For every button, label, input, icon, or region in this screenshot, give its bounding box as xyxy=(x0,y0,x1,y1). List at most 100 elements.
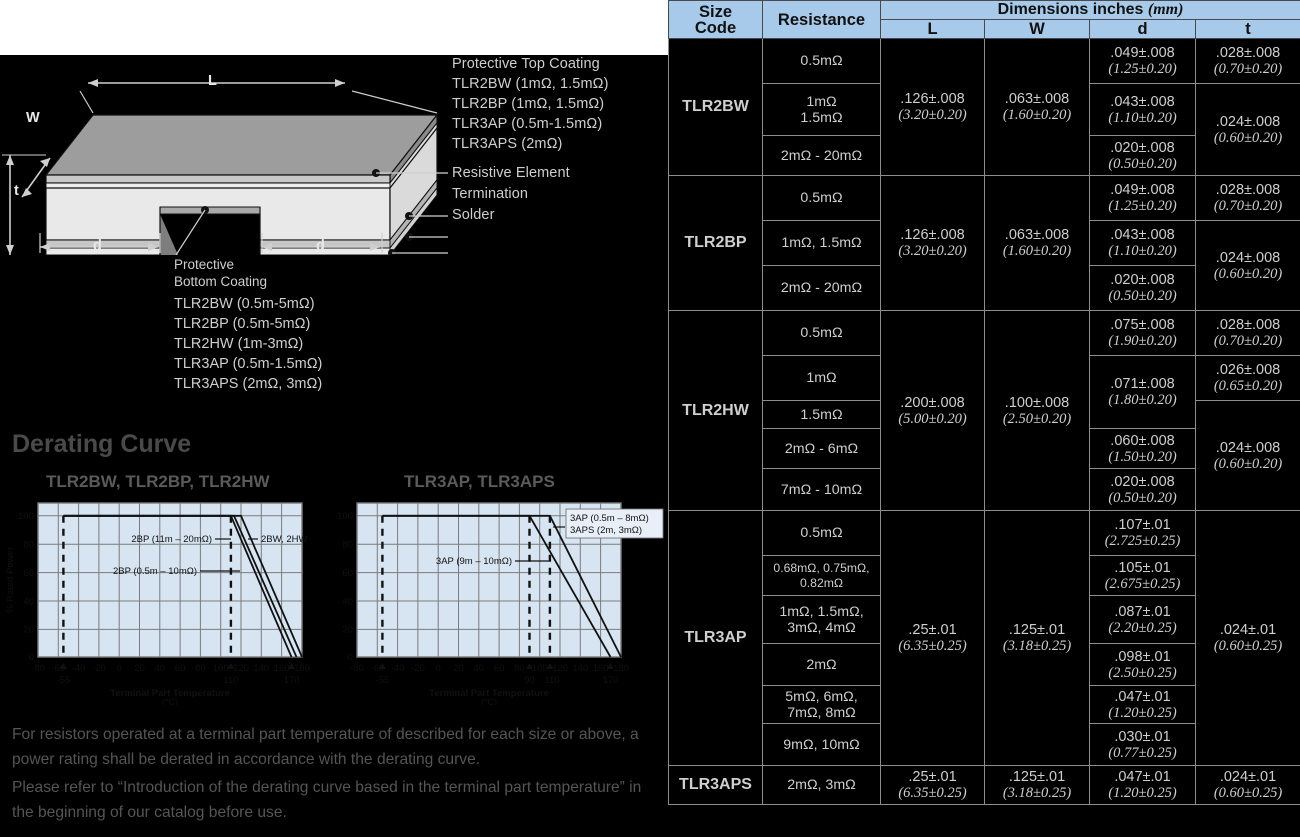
chart-2-xunit: (°C) xyxy=(481,697,497,705)
derating-chart-tlr3: 100 80 60 40 20 0 -80 -60 -40 -20 0 20 40 60 80 10… xyxy=(325,495,667,710)
header-dimensions-bold: Dimensions xyxy=(997,1,1089,18)
dimension-t-cell: .028±.008 (0.70±0.20) xyxy=(1195,310,1300,356)
resistance-cell: 2mΩ - 20mΩ xyxy=(762,135,881,176)
size-code-tlr2bp: TLR2BP xyxy=(668,175,763,311)
dimension-d-cell: .107±.01 (2.725±0.25) xyxy=(1089,510,1196,556)
dimension-t-cell: .024±.008 (0.60±0.20) xyxy=(1195,400,1300,511)
svg-text:-40: -40 xyxy=(72,663,86,674)
dimension-d-cell: .075±.008 (1.90±0.20) xyxy=(1089,310,1196,356)
callout-resistive-element: Resistive Element xyxy=(452,165,570,181)
dimension-d-cell: .087±.01 (2.20±0.25) xyxy=(1089,595,1196,644)
dimension-d-cell: .020±.008 (0.50±0.20) xyxy=(1089,468,1196,511)
dimension-l-cell: .126±.008 (3.20±0.20) xyxy=(880,38,985,176)
svg-text:80: 80 xyxy=(342,540,353,551)
header-dim-L: L xyxy=(880,19,985,39)
resistance-cell: 0.5mΩ xyxy=(762,310,881,356)
callout-termination: Termination xyxy=(452,186,529,202)
dimension-t-cell: .026±.008 (0.65±0.20) xyxy=(1195,355,1300,401)
dim-label-d-left: d xyxy=(93,238,102,254)
dim-label-t: t xyxy=(14,183,19,199)
dimension-d-cell: .020±.008 (0.50±0.20) xyxy=(1089,265,1196,311)
chart-2-legend-3ap: 3AP (0.5m – 8mΩ) xyxy=(570,513,649,524)
derating-chart-tlr2: 100 80 60 40 20 0 -80 -60 -40 -20 0 20 40 60 80 10… xyxy=(0,495,330,710)
header-dim-W: W xyxy=(984,19,1090,39)
table-header-row-1: Size Code Resistance Dimensions inches (… xyxy=(668,0,1300,39)
svg-text:180: 180 xyxy=(294,663,310,674)
header-dimensions-rest: inches xyxy=(1088,1,1148,18)
dimension-t-cell: .028±.008 (0.70±0.20) xyxy=(1195,175,1300,221)
dimension-d-cell: .049±.008 (1.25±0.20) xyxy=(1089,38,1196,84)
svg-text:0: 0 xyxy=(436,663,441,674)
dimension-d-cell: .060±.008 (1.50±0.20) xyxy=(1089,428,1196,469)
table-header: Size Code Resistance Dimensions inches (… xyxy=(668,0,1300,39)
table-row: TLR2BP 0.5mΩ .126±.008 (3.20±0.20) .063±.008… xyxy=(668,175,1300,311)
resistance-cell: 0.5mΩ xyxy=(762,38,881,84)
svg-text:100: 100 xyxy=(337,511,353,522)
dimension-d-cell: .043±.008 (1.10±0.20) xyxy=(1089,220,1196,266)
svg-text:20: 20 xyxy=(453,663,464,674)
callout-tlr2bw: TLR2BW (1mΩ, 1.5mΩ) xyxy=(452,76,609,92)
derating-chart-1-svg: 1008060 40200 -80 -60 -40 -20 0 20 40 60 80 10… xyxy=(5,502,310,707)
dimension-d-cell: .047±.01 (1.20±0.25) xyxy=(1089,765,1196,805)
svg-text:40: 40 xyxy=(23,596,34,607)
svg-text:0: 0 xyxy=(117,663,122,674)
chart-1-xunit: (°C) xyxy=(162,697,178,705)
dimension-l-cell: .126±.008 (3.20±0.20) xyxy=(880,175,985,311)
table-body: TLR2BW 0.5mΩ .126±.008 (3.20±0.20) .063±.008… xyxy=(668,38,1300,805)
derating-curve-heading: Derating Curve xyxy=(12,430,192,458)
svg-text:100: 100 xyxy=(18,511,34,522)
svg-text:110: 110 xyxy=(223,675,238,686)
dim-label-L: L xyxy=(208,73,217,89)
header-size-code-line2: Code xyxy=(694,18,737,37)
svg-text:160: 160 xyxy=(593,663,609,674)
chart-2-annotation-3ap-9m: 3AP (9m – 10mΩ) xyxy=(436,556,512,567)
table-row: TLR2HW 0.5mΩ .200±.008 (5.00±0.20) .100±.008… xyxy=(668,310,1300,511)
dimensions-table-wrapper: Size Code Resistance Dimensions inches (… xyxy=(668,0,1300,837)
resistance-cell: 0.68mΩ, 0.75mΩ, 0.82mΩ xyxy=(762,555,881,596)
chart-1-annotation-2bp-05m: 2BP (0.5m – 10mΩ) xyxy=(113,566,197,577)
resistance-cell: 1mΩ, 1.5mΩ xyxy=(762,220,881,266)
svg-text:100: 100 xyxy=(532,663,548,674)
chart-1-ylabel: % Rated Power xyxy=(5,547,16,613)
svg-text:0: 0 xyxy=(29,652,34,663)
svg-text:0: 0 xyxy=(348,652,353,663)
derating-note-paragraph-2: Please refer to “Introduction of the der… xyxy=(12,779,642,821)
dimension-l-cell: .25±.01 (6.35±0.25) xyxy=(880,510,985,766)
svg-text:140: 140 xyxy=(572,663,588,674)
svg-text:80: 80 xyxy=(514,663,525,674)
bottom-coating-tlr2hw: TLR2HW (1m-3mΩ) xyxy=(174,336,304,352)
resistance-cell: 7mΩ - 10mΩ xyxy=(762,468,881,511)
resistance-cell: 2mΩ - 20mΩ xyxy=(762,265,881,311)
callout-tlr3ap: TLR3AP (0.5m-1.5mΩ) xyxy=(452,116,603,132)
svg-text:40: 40 xyxy=(342,596,353,607)
svg-text:160: 160 xyxy=(274,663,290,674)
chart-2-legend-3aps: 3APS (2m, 3mΩ) xyxy=(570,525,642,536)
svg-text:20: 20 xyxy=(23,625,34,636)
resistance-cell: 2mΩ - 6mΩ xyxy=(762,428,881,469)
header-resistance: Resistance xyxy=(762,0,881,39)
dimension-w-cell: .125±.01 (3.18±0.25) xyxy=(984,765,1090,805)
svg-text:170: 170 xyxy=(284,675,300,686)
dim-label-d-right: d xyxy=(316,238,325,254)
dimension-d-cell: .105±.01 (2.675±0.25) xyxy=(1089,555,1196,596)
dimension-d-cell: .047±.01 (1.20±0.25) xyxy=(1089,685,1196,724)
datasheet-page: L W t Protective Top Coating TLR2BW (1mΩ… xyxy=(0,0,1300,837)
svg-text:-80: -80 xyxy=(350,663,364,674)
dimension-w-cell: .100±.008 (2.50±0.20) xyxy=(984,310,1090,511)
resistance-cell: 1.5mΩ xyxy=(762,400,881,429)
chart-1-annotation-2bw-2hw: 2BW, 2HW xyxy=(261,534,307,545)
svg-text:90: 90 xyxy=(524,675,535,686)
bottom-coating-callout-block: Protective Bottom Coating TLR2BW (0.5m-5… xyxy=(174,257,322,392)
table-row: TLR3APS 2mΩ, 3mΩ .25±.01 (6.35±0.25) .125±.0… xyxy=(668,765,1300,805)
svg-text:110: 110 xyxy=(544,675,559,686)
callout-tlr2bp: TLR2BP (1mΩ, 1.5mΩ) xyxy=(452,96,605,112)
svg-text:120: 120 xyxy=(233,663,249,674)
resistor-construction-diagram: L W t Protective Top Coating TLR2BW (1mΩ… xyxy=(0,55,668,257)
header-size-code: Size Code xyxy=(668,0,763,39)
callout-tlr3aps: TLR3APS (2mΩ) xyxy=(452,136,563,152)
svg-text:20: 20 xyxy=(342,625,353,636)
resistance-cell: 1mΩ xyxy=(762,355,881,401)
dimension-l-cell: .25±.01 (6.35±0.25) xyxy=(880,765,985,805)
bottom-coating-tlr2bp: TLR2BP (0.5m-5mΩ) xyxy=(174,316,311,332)
derating-note: For resistors operated at a terminal par… xyxy=(12,722,660,828)
